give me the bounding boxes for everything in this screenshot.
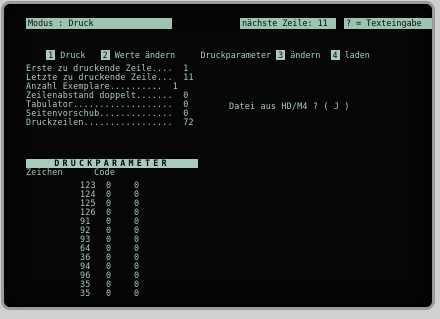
- table-body: 123 0 0 124 0 0 125 0 0 126 0 0 91 0 0 92 0 0 93 0 0 64 0 0 36 0 0…: [26, 181, 198, 307]
- next-line-indicator: nächste Zeile: 11: [240, 18, 336, 29]
- menu-item-laden[interactable]: 4 laden: [330, 50, 370, 60]
- table-header: Zeichen Code: [26, 167, 116, 177]
- menu-item-aendern[interactable]: 3 ändern: [276, 50, 320, 60]
- table-cell-c3: 0: [106, 288, 112, 298]
- status-bar: Modus : Druck nächste Zeile: 11 ? = Text…: [26, 18, 432, 29]
- parameter-list: Erste zu druckende Zeile.... 1 Letzte zu…: [26, 64, 194, 127]
- menu-item-druck[interactable]: 1 Druck: [46, 50, 85, 60]
- menu-label-druckparameter: Druckparameter: [200, 50, 272, 60]
- mode-indicator: Modus : Druck: [26, 18, 172, 29]
- param-print-lines[interactable]: Druckzeilen................. 72: [26, 118, 194, 127]
- table-cell-c4: 0: [134, 288, 140, 298]
- file-load-prompt: Datei aus HD/M4 ? ( J ): [229, 101, 350, 111]
- help-hint: ? = Texteingabe: [344, 18, 432, 29]
- table-cell-code: 35: [80, 288, 91, 298]
- menu-item-werte-aendern[interactable]: 2 Werte ändern: [100, 50, 175, 60]
- crt-screen: Modus : Druck nächste Zeile: 11 ? = Text…: [4, 4, 432, 307]
- param-table: DRUCKPARAMETER Zeichen Code 123 0 0 124 0 0 12…: [26, 159, 198, 307]
